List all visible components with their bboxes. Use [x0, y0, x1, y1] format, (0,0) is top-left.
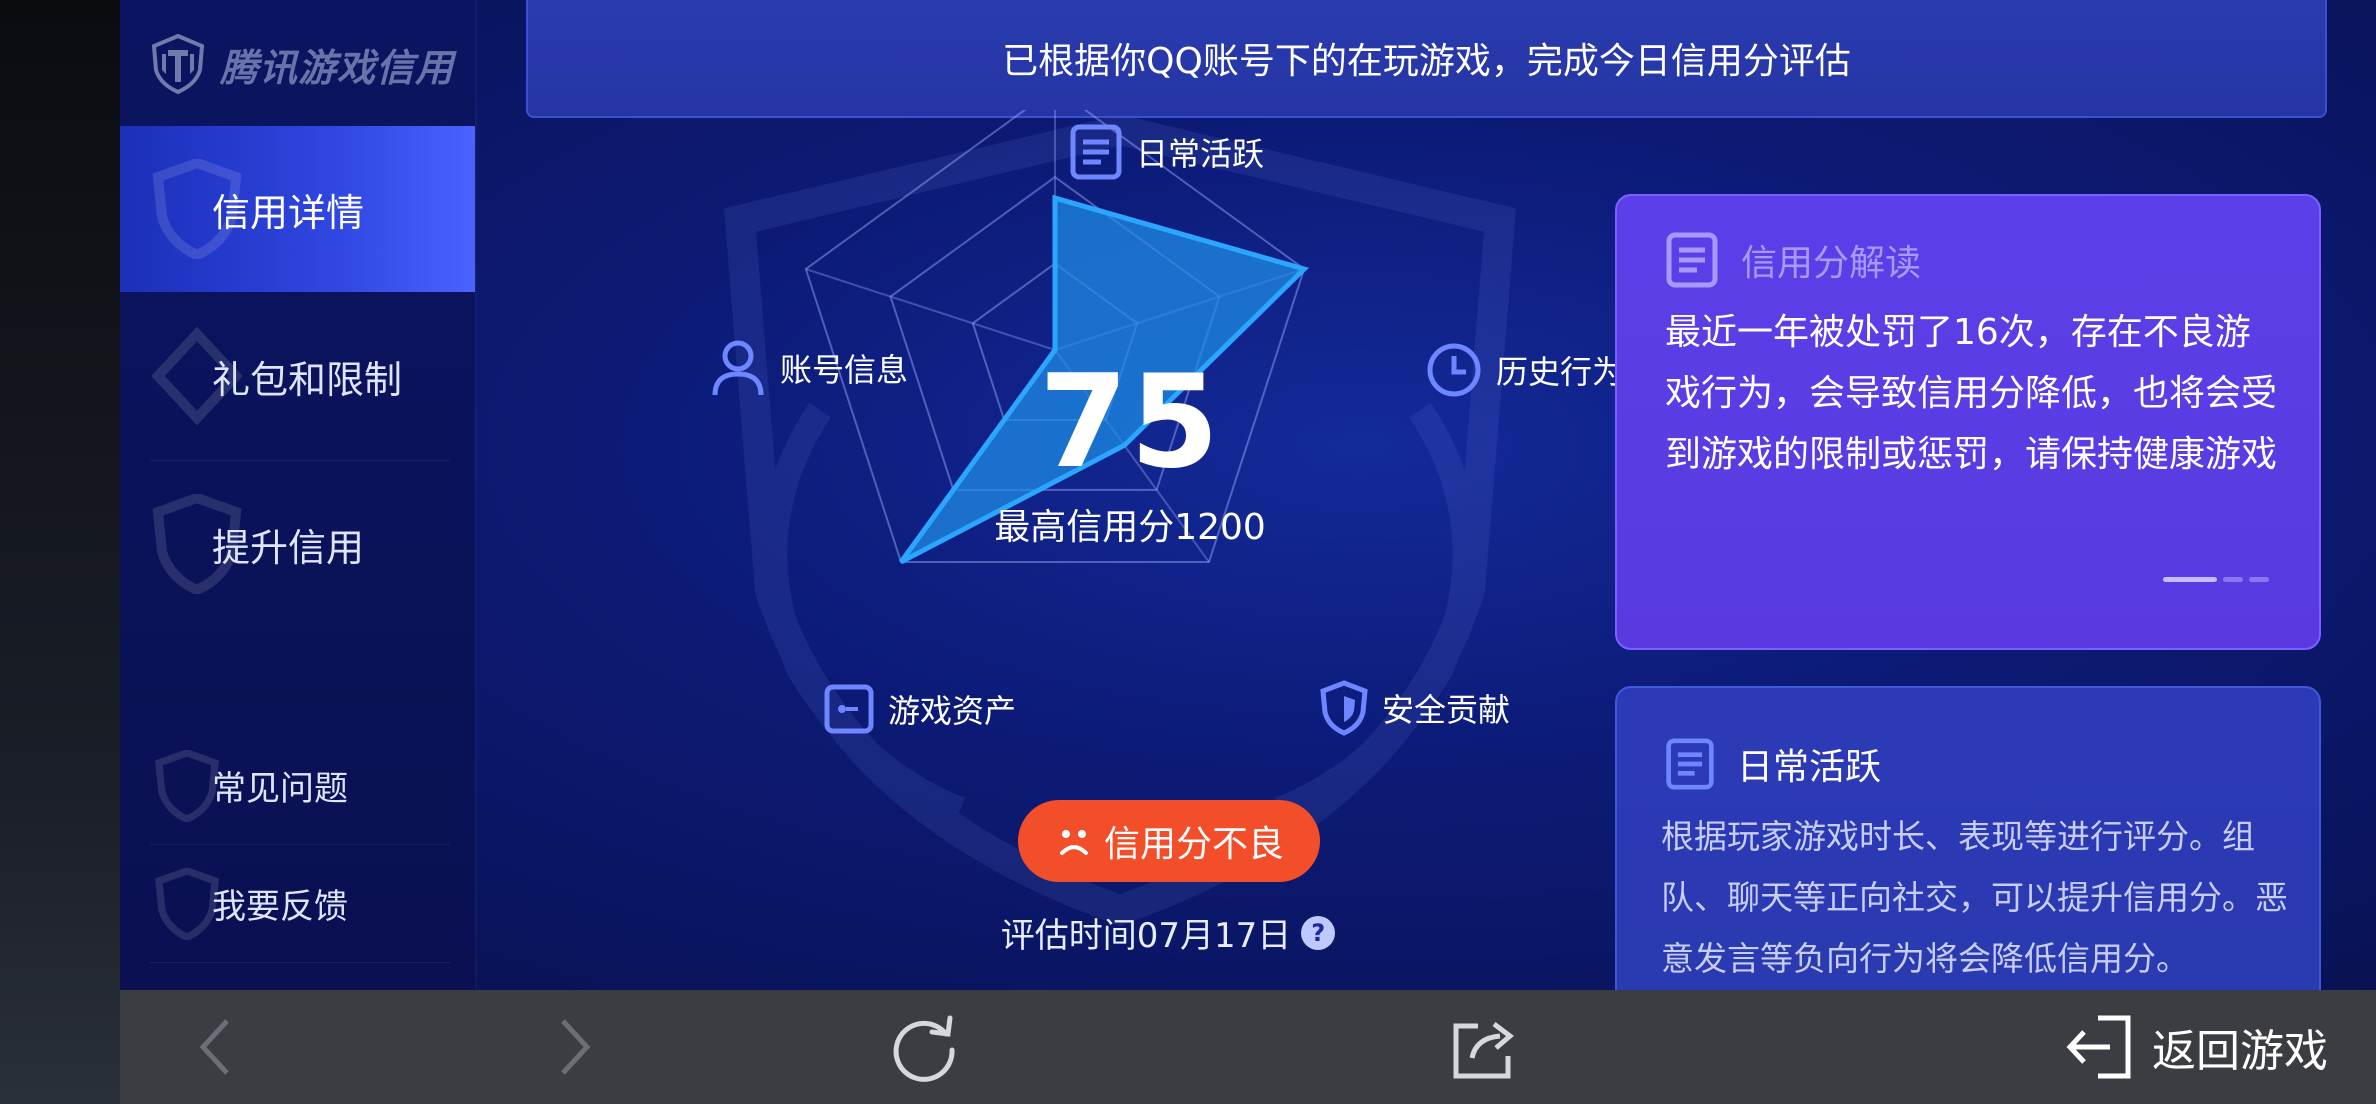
evaluation-time: 评估时间07月17日 ?: [878, 908, 1458, 957]
refresh-button[interactable]: [860, 990, 990, 1104]
axis-label-text: 安全贡献: [1382, 691, 1511, 729]
sidebar-item-gifts-restrictions[interactable]: 礼包和限制: [120, 292, 475, 460]
brand-logo-icon: [151, 34, 205, 94]
card-body: 最近一年被处罚了16次，存在不良游戏行为，会导致信用分降低，也将会受到游戏的限制…: [1665, 312, 2278, 475]
carousel-indicator[interactable]: [2163, 577, 2269, 582]
sidebar: 腾讯游戏信用 信用详情 礼包和限制 提升信用 常见问题 我要反馈: [120, 0, 475, 990]
assessment-notice: 已根据你QQ账号下的在玩游戏，完成今日信用分评估: [526, 0, 2327, 118]
axis-security-contribution: 安全贡献: [1320, 680, 1510, 736]
sad-face-icon: [1059, 830, 1088, 855]
refresh-icon: [893, 1015, 955, 1082]
credit-status-badge: 信用分不良: [1018, 800, 1320, 882]
credit-score: 75: [1038, 348, 1222, 497]
app-window: 腾讯游戏信用 信用详情 礼包和限制 提升信用 常见问题 我要反馈 已根据你QQ账…: [120, 0, 2376, 990]
document-icon: [1070, 124, 1122, 180]
sidebar-item-credit-details[interactable]: 信用详情: [120, 126, 475, 292]
card-title: 日常活跃: [1737, 747, 1882, 788]
document-icon: [1666, 232, 1718, 288]
evaluation-time-label: 评估时间07月17日: [1000, 916, 1292, 956]
document-icon: [1666, 738, 1714, 790]
chevron-left-icon: [199, 1019, 229, 1075]
axis-daily-activity: 日常活跃: [1070, 124, 1264, 180]
card-header: 信用分解读: [1665, 232, 1921, 288]
carousel-dot-active[interactable]: [2163, 577, 2217, 582]
axis-game-assets: 游戏资产: [824, 684, 1016, 734]
daily-activity-card: 日常活跃 根据玩家游戏时长、表现等进行评分。组队、聊天等正向社交，可以提升信用分…: [1615, 686, 2321, 990]
divider: [150, 962, 450, 963]
brand: 腾讯游戏信用: [150, 24, 454, 104]
key-card-icon: [824, 684, 874, 734]
share-button[interactable]: [1420, 990, 1550, 1104]
card-body: 根据玩家游戏时长、表现等进行评分。组队、聊天等正向社交，可以提升信用分。恶意发言…: [1661, 817, 2288, 978]
card-header: 日常活跃: [1665, 738, 1881, 790]
carousel-dot[interactable]: [2223, 577, 2243, 582]
sidebar-item-label: 信用详情: [212, 190, 365, 235]
axis-label-text: 日常活跃: [1136, 135, 1265, 173]
notice-text: 已根据你QQ账号下的在玩游戏，完成今日信用分评估: [1002, 41, 1851, 82]
card-title: 信用分解读: [1741, 243, 1922, 284]
sidebar-item-improve-credit[interactable]: 提升信用: [120, 460, 475, 628]
exit-icon: [2066, 1015, 2131, 1079]
chevron-right-icon: [561, 1019, 591, 1075]
sidebar-item-label: 常见问题: [212, 768, 348, 809]
max-credit-score: 最高信用分1200: [994, 507, 1266, 548]
browser-toolbar: 返回游戏: [120, 990, 2376, 1104]
sidebar-item-label: 礼包和限制: [212, 357, 403, 402]
credit-interpretation-card: 信用分解读 最近一年被处罚了16次，存在不良游戏行为，会导致信用分降低，也将会受…: [1615, 194, 2321, 650]
share-icon: [1453, 1022, 1514, 1079]
sidebar-item-label: 提升信用: [212, 525, 365, 570]
sidebar-item-feedback[interactable]: 我要反馈: [120, 844, 475, 962]
carousel-dot[interactable]: [2249, 577, 2269, 582]
help-icon[interactable]: ?: [1301, 915, 1336, 950]
axis-label-text: 游戏资产: [888, 692, 1017, 730]
shield-icon: [1320, 680, 1368, 736]
sidebar-item-label: 我要反馈: [212, 886, 348, 927]
forward-button[interactable]: [520, 990, 630, 1104]
return-to-game-button[interactable]: 返回游戏: [2064, 990, 2328, 1104]
brand-name: 腾讯游戏信用: [220, 45, 455, 90]
credit-status-label: 信用分不良: [1103, 824, 1284, 865]
sidebar-item-faq[interactable]: 常见问题: [120, 726, 475, 844]
return-to-game-label: 返回游戏: [2152, 1026, 2328, 1077]
back-button[interactable]: [160, 990, 270, 1104]
screen-bezel: [0, 0, 120, 1104]
